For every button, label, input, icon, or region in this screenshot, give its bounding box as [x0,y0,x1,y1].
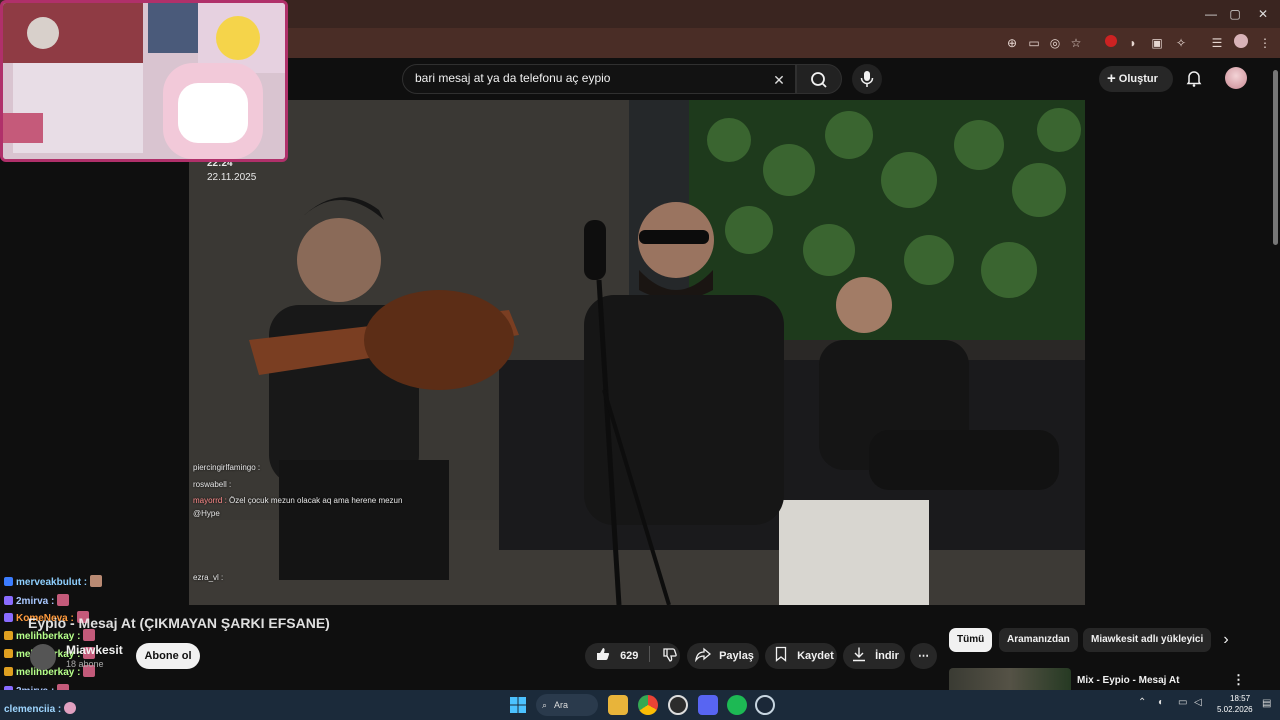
search-icon [811,72,827,88]
chat-username: merveakbulut : [16,577,88,588]
video-frame [189,100,1085,605]
cast-icon[interactable]: ▭ [1025,34,1043,52]
channel-avatar[interactable] [30,644,56,670]
download-label: İndir [875,650,899,662]
like-count: 629 [620,650,639,662]
webcam-scene [3,3,285,159]
account-avatar[interactable] [1225,67,1247,89]
chip-from-search[interactable]: Aramanızdan [999,628,1078,652]
reading-list-icon[interactable]: ☰ [1208,34,1226,52]
thumbs-up-icon [597,648,610,660]
subscriber-count: 18 abone [66,659,104,669]
search-icon: ⌕ [542,700,548,710]
streamer-webcam-overlay [0,0,288,162]
subscribe-button[interactable]: Abone ol [136,643,200,669]
extensions-puzzle-icon[interactable]: ✧ [1172,34,1190,52]
recommendation-menu-icon[interactable]: ⋮ [1232,672,1245,688]
chat-username: 2mirva : [16,596,55,607]
save-button[interactable]: Kaydet [765,643,837,669]
chips-next-icon[interactable]: › [1216,628,1236,652]
video-timestamp-date: 22.11.2025 [207,172,257,183]
save-label: Kaydet [797,650,834,662]
in-video-chat-line: piercingirlfamingo : [193,463,260,472]
notification-center-icon[interactable]: ▤ [1262,698,1271,709]
thumbs-down-icon [662,648,677,662]
search-input[interactable] [415,71,755,85]
extension-audio-icon[interactable]: ◗ [1124,34,1142,52]
taskbar-search[interactable]: ⌕ Ara [536,694,598,716]
chat-username: melihberkay : [16,631,81,642]
bookmark-icon [775,646,787,662]
voice-search-button[interactable] [852,64,882,94]
discord-icon[interactable] [698,695,718,715]
spotify-icon[interactable] [727,695,747,715]
download-button[interactable]: İndir [843,643,905,669]
hide-icon[interactable]: ◎ [1046,34,1064,52]
dislike-button[interactable] [662,648,678,662]
more-actions-button[interactable]: ⋯ [910,643,937,669]
share-label: Paylaş [719,650,754,662]
obs-icon[interactable] [668,695,688,715]
maximize-button[interactable]: ▢ [1220,4,1250,24]
share-button[interactable]: Paylaş [687,643,759,669]
stream-chat-line: clemenciia : [4,702,77,718]
share-icon [695,647,712,663]
taskbar-date[interactable]: 5.02.2026 [1217,705,1253,714]
recommendation-title[interactable]: Mix - Eypio - Mesaj At [1077,675,1179,686]
more-horizontal-icon: ⋯ [918,650,929,662]
recommendation-thumbnail[interactable] [949,668,1071,690]
notifications-button[interactable] [1184,68,1204,88]
close-window-button[interactable]: ✕ [1248,4,1278,24]
zoom-icon[interactable]: ⊕ [1003,34,1021,52]
channel-name[interactable]: Miawkesit [66,643,123,657]
chat-username: ezra_vl : [193,573,224,582]
extension-adblock-icon[interactable] [1102,34,1120,52]
video-title: Eypio - Mesaj At (ÇIKMAYAN ŞARKI EFSANE) [28,615,330,631]
microphone-icon [860,71,874,87]
browser-menu-icon[interactable]: ⋮ [1256,34,1274,52]
in-video-chat-line: roswabell : [193,480,231,489]
start-windows-icon[interactable] [508,695,528,715]
chat-username: piercingirlfamingo : [193,463,261,472]
scrollbar-thumb[interactable] [1273,70,1278,245]
steam-icon[interactable] [755,695,775,715]
like-button[interactable]: 629 [595,648,641,662]
chat-username: @Hype [193,509,220,518]
taskbar-search-label: Ara [554,700,569,710]
taskbar-time[interactable]: 18:57 [1230,694,1250,703]
in-video-chat-line: @Hype [193,509,220,518]
tray-microphone-icon[interactable]: ◐ [1158,697,1164,708]
in-video-chat-line: ezra_vl : [193,573,223,582]
clear-search-icon[interactable]: ✕ [769,70,789,90]
create-button[interactable]: + Oluştur [1099,66,1173,92]
search-box[interactable]: ✕ [402,64,796,94]
bell-icon [1186,71,1202,87]
chat-username: clemenciia : [4,704,62,715]
chat-message: Özel çocuk mezun olacak aq ama herene me… [229,496,403,505]
plus-icon: + [1107,70,1116,87]
file-explorer-icon[interactable] [608,695,628,715]
volume-icon[interactable]: ◁ [1194,697,1202,708]
extension-box-icon[interactable]: ▣ [1148,34,1166,52]
search-button[interactable] [796,64,842,94]
chip-all[interactable]: Tümü [949,628,993,652]
chip-uploader[interactable]: Miawkesit adlı yükleyici [1083,628,1211,652]
chat-username: mayorrd : [193,496,227,505]
bookmark-star-icon[interactable]: ☆ [1067,34,1085,52]
video-player[interactable]: piercingirlfamingo : roswabell : mayorrd… [189,100,1085,605]
chrome-icon[interactable] [638,695,658,715]
stream-chat-line: merveakbulut : [4,575,103,591]
like-dislike-group: 629 [585,643,680,669]
stream-chat-line: 2mirva : [4,594,70,610]
tray-chevron-icon[interactable]: ⌃ [1138,697,1146,708]
network-icon[interactable]: ▭ [1178,697,1187,708]
in-video-chat-line: mayorrd : Özel çocuk mezun olacak aq ama… [193,496,402,505]
create-label: Oluştur [1118,73,1158,85]
chat-username: roswabell : [193,480,232,489]
profile-icon[interactable] [1232,34,1250,52]
download-icon [853,647,865,662]
